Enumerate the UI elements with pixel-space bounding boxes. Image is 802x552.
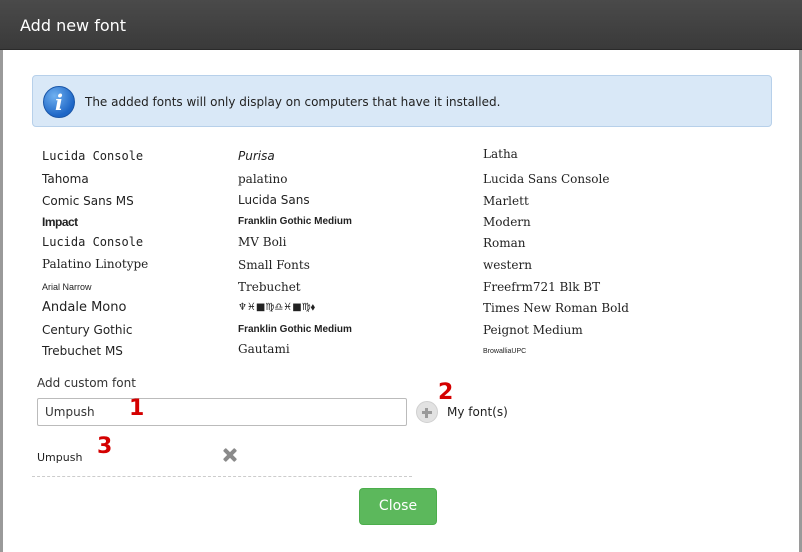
info-alert: i The added fonts will only display on c… xyxy=(32,75,772,127)
font-option[interactable]: Modern xyxy=(483,215,531,229)
font-option[interactable]: Tahoma xyxy=(42,172,89,186)
annotation-marker-1: 1 xyxy=(129,396,145,421)
font-option[interactable]: Lucida Console xyxy=(42,149,143,163)
font-option[interactable]: Times New Roman Bold xyxy=(483,301,629,315)
font-option[interactable]: Trebuchet MS xyxy=(42,344,123,358)
font-option[interactable]: Marlett xyxy=(483,194,529,208)
close-icon[interactable] xyxy=(221,446,239,464)
info-icon: i xyxy=(43,86,75,118)
font-option[interactable]: Lucida Sans Console xyxy=(483,172,609,186)
font-option[interactable]: Andale Mono xyxy=(42,300,126,315)
font-option[interactable]: Arial Narrow xyxy=(42,282,92,292)
font-option[interactable]: Gautami xyxy=(238,342,290,356)
custom-font-label: Add custom font xyxy=(37,376,136,390)
plus-icon[interactable] xyxy=(416,401,438,423)
font-option[interactable]: Franklin Gothic Medium xyxy=(238,324,352,335)
font-option[interactable]: Century Gothic xyxy=(42,323,132,337)
dialog-title: Add new font xyxy=(20,16,127,35)
font-option[interactable]: BrowalliaUPC xyxy=(483,348,526,355)
divider xyxy=(32,476,412,477)
font-option[interactable]: Comic Sans MS xyxy=(42,194,134,208)
my-fonts-label: My font(s) xyxy=(447,405,508,419)
custom-font-input[interactable] xyxy=(37,398,407,426)
font-option[interactable]: ♆♓■♍♎♓■♍⬧ xyxy=(238,302,315,313)
font-option[interactable]: Trebuchet xyxy=(238,280,301,294)
font-option[interactable]: Small Fonts xyxy=(238,258,310,272)
annotation-marker-3: 3 xyxy=(97,434,113,459)
font-option[interactable]: palatino xyxy=(238,172,287,186)
dialog-titlebar: Add new font xyxy=(0,0,802,50)
font-option[interactable]: Latha xyxy=(483,147,518,161)
font-option[interactable]: Purisa xyxy=(238,149,275,163)
font-option[interactable]: Impact xyxy=(42,215,78,229)
my-font-item: Umpush xyxy=(37,451,83,464)
dialog-left-edge xyxy=(0,50,3,552)
font-option[interactable]: MV Boli xyxy=(238,235,287,249)
font-option[interactable]: Palatino Linotype xyxy=(42,257,148,271)
close-button[interactable]: Close xyxy=(359,488,437,525)
font-option[interactable]: Peignot Medium xyxy=(483,323,583,337)
annotation-marker-2: 2 xyxy=(438,380,454,405)
font-option[interactable]: Freefrm721 Blk BT xyxy=(483,280,600,294)
font-option[interactable]: Lucida Sans xyxy=(238,193,310,207)
font-option[interactable]: Franklin Gothic Medium xyxy=(238,216,352,227)
font-option[interactable]: western xyxy=(483,258,532,272)
info-message: The added fonts will only display on com… xyxy=(85,95,501,109)
font-option[interactable]: Lucida Console xyxy=(42,235,143,249)
font-option[interactable]: Roman xyxy=(483,236,526,250)
